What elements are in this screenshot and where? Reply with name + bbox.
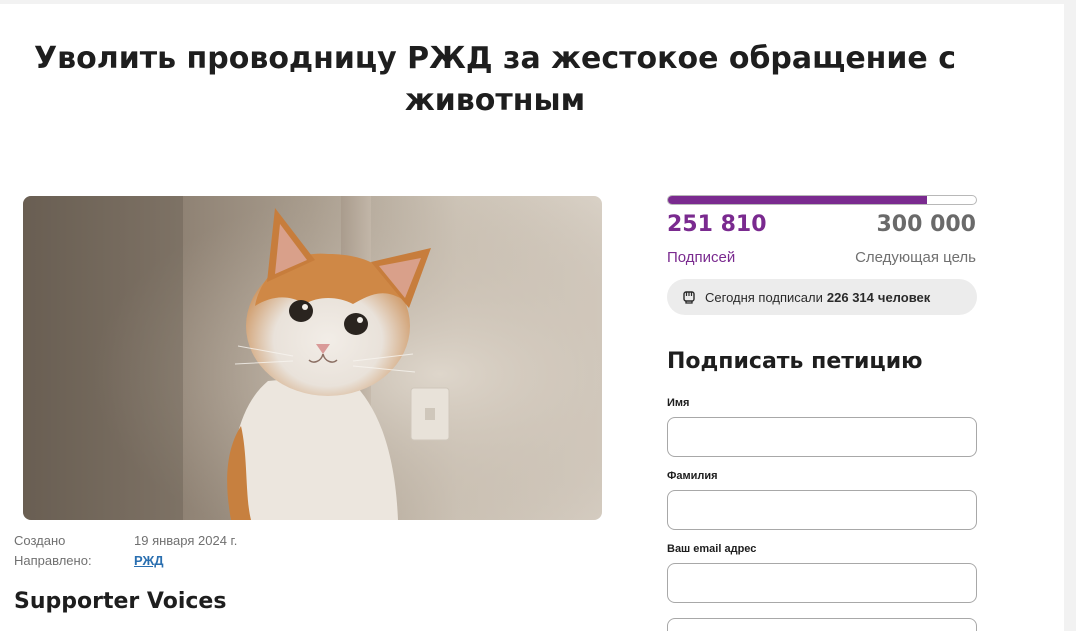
next-form-field[interactable] [667, 618, 977, 631]
addressed-target-link[interactable]: РЖД [134, 553, 164, 568]
signature-progress-bar [667, 195, 977, 205]
today-signed-badge: Сегодня подписали 226 314 человек [667, 279, 977, 315]
page-title: Уволить проводницу РЖД за жестокое обращ… [34, 41, 956, 118]
progress-fill [668, 196, 927, 204]
cat-photo [23, 196, 602, 520]
email-field[interactable] [667, 563, 977, 603]
petition-photo [23, 196, 602, 520]
first-name-field[interactable] [667, 417, 977, 457]
goal-count: 300 000 [876, 212, 976, 237]
created-date: 19 января 2024 г. [134, 533, 238, 548]
supporter-voices-heading: Supporter Voices [14, 589, 227, 614]
today-signed-count: 226 314 [826, 289, 874, 305]
signature-count: 251 810 [667, 212, 767, 237]
today-signed-prefix: Сегодня подписали [705, 289, 823, 305]
today-signed-suffix: человек [877, 289, 931, 305]
sign-petition-title: Подписать петицию [667, 349, 923, 374]
created-label: Создано [14, 533, 66, 548]
next-goal-label: Следующая цель [855, 249, 976, 266]
last-name-field[interactable] [667, 490, 977, 530]
addressed-label: Направлено: [14, 553, 92, 568]
signatures-label: Подписей [667, 249, 736, 266]
created-row: Создано 19 января 2024 г. [14, 533, 237, 548]
email-label: Ваш email адрес [667, 543, 757, 555]
fist-icon [681, 289, 697, 305]
first-name-label: Имя [667, 397, 690, 409]
last-name-label: Фамилия [667, 470, 718, 482]
petition-page: Уволить проводницу РЖД за жестокое обращ… [0, 4, 1064, 631]
addressed-row: Направлено: РЖД [14, 553, 164, 568]
